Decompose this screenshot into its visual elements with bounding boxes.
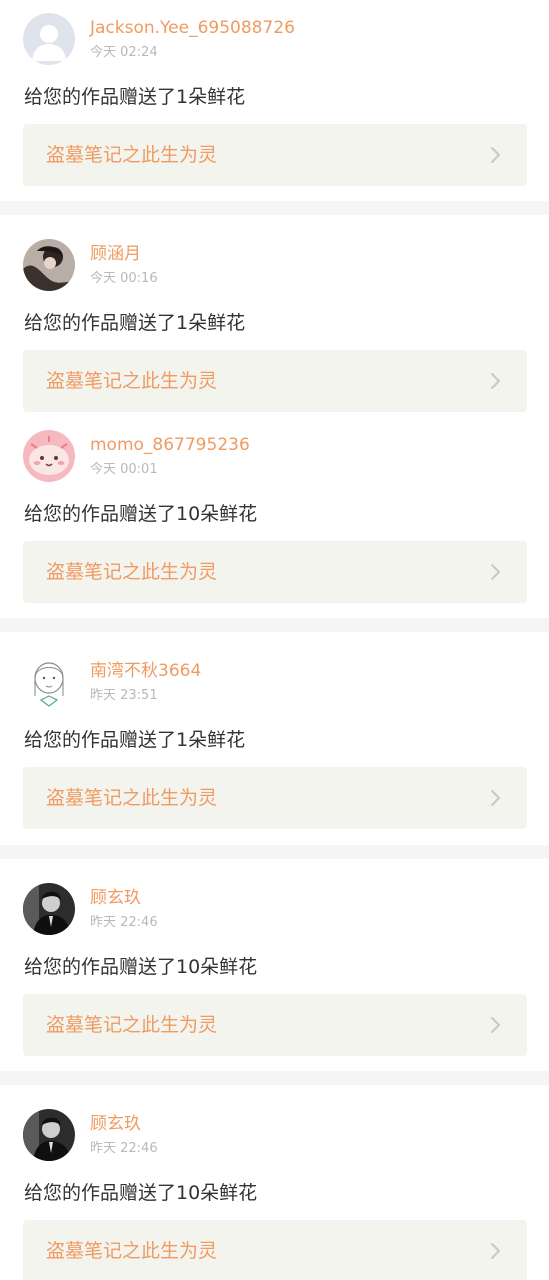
chevron-right-icon bbox=[485, 1015, 505, 1035]
default-user-avatar[interactable] bbox=[23, 13, 75, 65]
gift-message: 给您的作品赠送了1朵鲜花 bbox=[24, 86, 246, 108]
chevron-right-icon bbox=[485, 1241, 505, 1261]
username[interactable]: 顾涵月 bbox=[90, 243, 141, 265]
chevron-right-icon bbox=[485, 788, 505, 808]
username[interactable]: Jackson.Yee_695088726 bbox=[90, 17, 295, 39]
work-title: 盗墓笔记之此生为灵 bbox=[46, 1014, 218, 1036]
work-title: 盗墓笔记之此生为灵 bbox=[46, 1240, 218, 1262]
notification-card: momo_867795236 今天 00:01 给您的作品赠送了10朵鲜花盗墓笔记之… bbox=[0, 417, 549, 617]
notification-card: 南湾不秋3664 昨天 23:51 给您的作品赠送了1朵鲜花 盗墓笔记之此生为灵 bbox=[0, 643, 549, 843]
work-title: 盗墓笔记之此生为灵 bbox=[46, 370, 218, 392]
notification-card: 顾玄玖昨天 22:46 给您的作品赠送了10朵鲜花盗墓笔记之此生为灵 bbox=[0, 1096, 549, 1280]
work-title: 盗墓笔记之此生为灵 bbox=[46, 787, 218, 809]
work-link-button[interactable]: 盗墓笔记之此生为灵 bbox=[23, 124, 527, 186]
gift-message: 给您的作品赠送了1朵鲜花 bbox=[24, 729, 246, 751]
gift-message: 给您的作品赠送了10朵鲜花 bbox=[24, 1182, 258, 1204]
chevron-right-icon bbox=[485, 145, 505, 165]
gift-notification-feed: Jackson.Yee_695088726 今天 02:24 给您的作品赠送了1朵鲜… bbox=[0, 0, 549, 1280]
work-link-button[interactable]: 盗墓笔记之此生为灵 bbox=[23, 541, 527, 603]
work-link-button[interactable]: 盗墓笔记之此生为灵 bbox=[23, 350, 527, 412]
notification-card: Jackson.Yee_695088726 今天 02:24 给您的作品赠送了1朵鲜… bbox=[0, 0, 549, 200]
timestamp: 今天 00:16 bbox=[90, 271, 158, 286]
card-divider bbox=[0, 618, 549, 632]
chevron-right-icon bbox=[485, 371, 505, 391]
username[interactable]: 顾玄玖 bbox=[90, 1113, 141, 1135]
pink-cartoon-avatar[interactable] bbox=[23, 430, 75, 482]
dark-photo-avatar[interactable] bbox=[23, 883, 75, 935]
notification-card: 顾玄玖昨天 22:46 给您的作品赠送了10朵鲜花盗墓笔记之此生为灵 bbox=[0, 870, 549, 1070]
work-link-button[interactable]: 盗墓笔记之此生为灵 bbox=[23, 994, 527, 1056]
username[interactable]: 顾玄玖 bbox=[90, 887, 141, 909]
timestamp: 今天 00:01 bbox=[90, 462, 158, 477]
timestamp: 昨天 22:46 bbox=[90, 1141, 158, 1156]
work-title: 盗墓笔记之此生为灵 bbox=[46, 144, 218, 166]
work-link-button[interactable]: 盗墓笔记之此生为灵 bbox=[23, 1220, 527, 1280]
gift-message: 给您的作品赠送了10朵鲜花 bbox=[24, 956, 258, 978]
dark-photo-avatar[interactable] bbox=[23, 1109, 75, 1161]
card-divider bbox=[0, 201, 549, 215]
username[interactable]: 南湾不秋3664 bbox=[90, 660, 201, 682]
notification-card: 顾涵月今天 00:16 给您的作品赠送了1朵鲜花 盗墓笔记之此生为灵 bbox=[0, 226, 549, 426]
username[interactable]: momo_867795236 bbox=[90, 434, 250, 456]
work-link-button[interactable]: 盗墓笔记之此生为灵 bbox=[23, 767, 527, 829]
card-divider bbox=[0, 845, 549, 859]
chevron-right-icon bbox=[485, 562, 505, 582]
timestamp: 今天 02:24 bbox=[90, 45, 158, 60]
timestamp: 昨天 23:51 bbox=[90, 688, 158, 703]
timestamp: 昨天 22:46 bbox=[90, 915, 158, 930]
work-title: 盗墓笔记之此生为灵 bbox=[46, 561, 218, 583]
card-divider bbox=[0, 1071, 549, 1085]
gift-message: 给您的作品赠送了10朵鲜花 bbox=[24, 503, 258, 525]
sketch-girl-avatar[interactable] bbox=[23, 656, 75, 708]
gift-message: 给您的作品赠送了1朵鲜花 bbox=[24, 312, 246, 334]
photo-avatar[interactable] bbox=[23, 239, 75, 291]
